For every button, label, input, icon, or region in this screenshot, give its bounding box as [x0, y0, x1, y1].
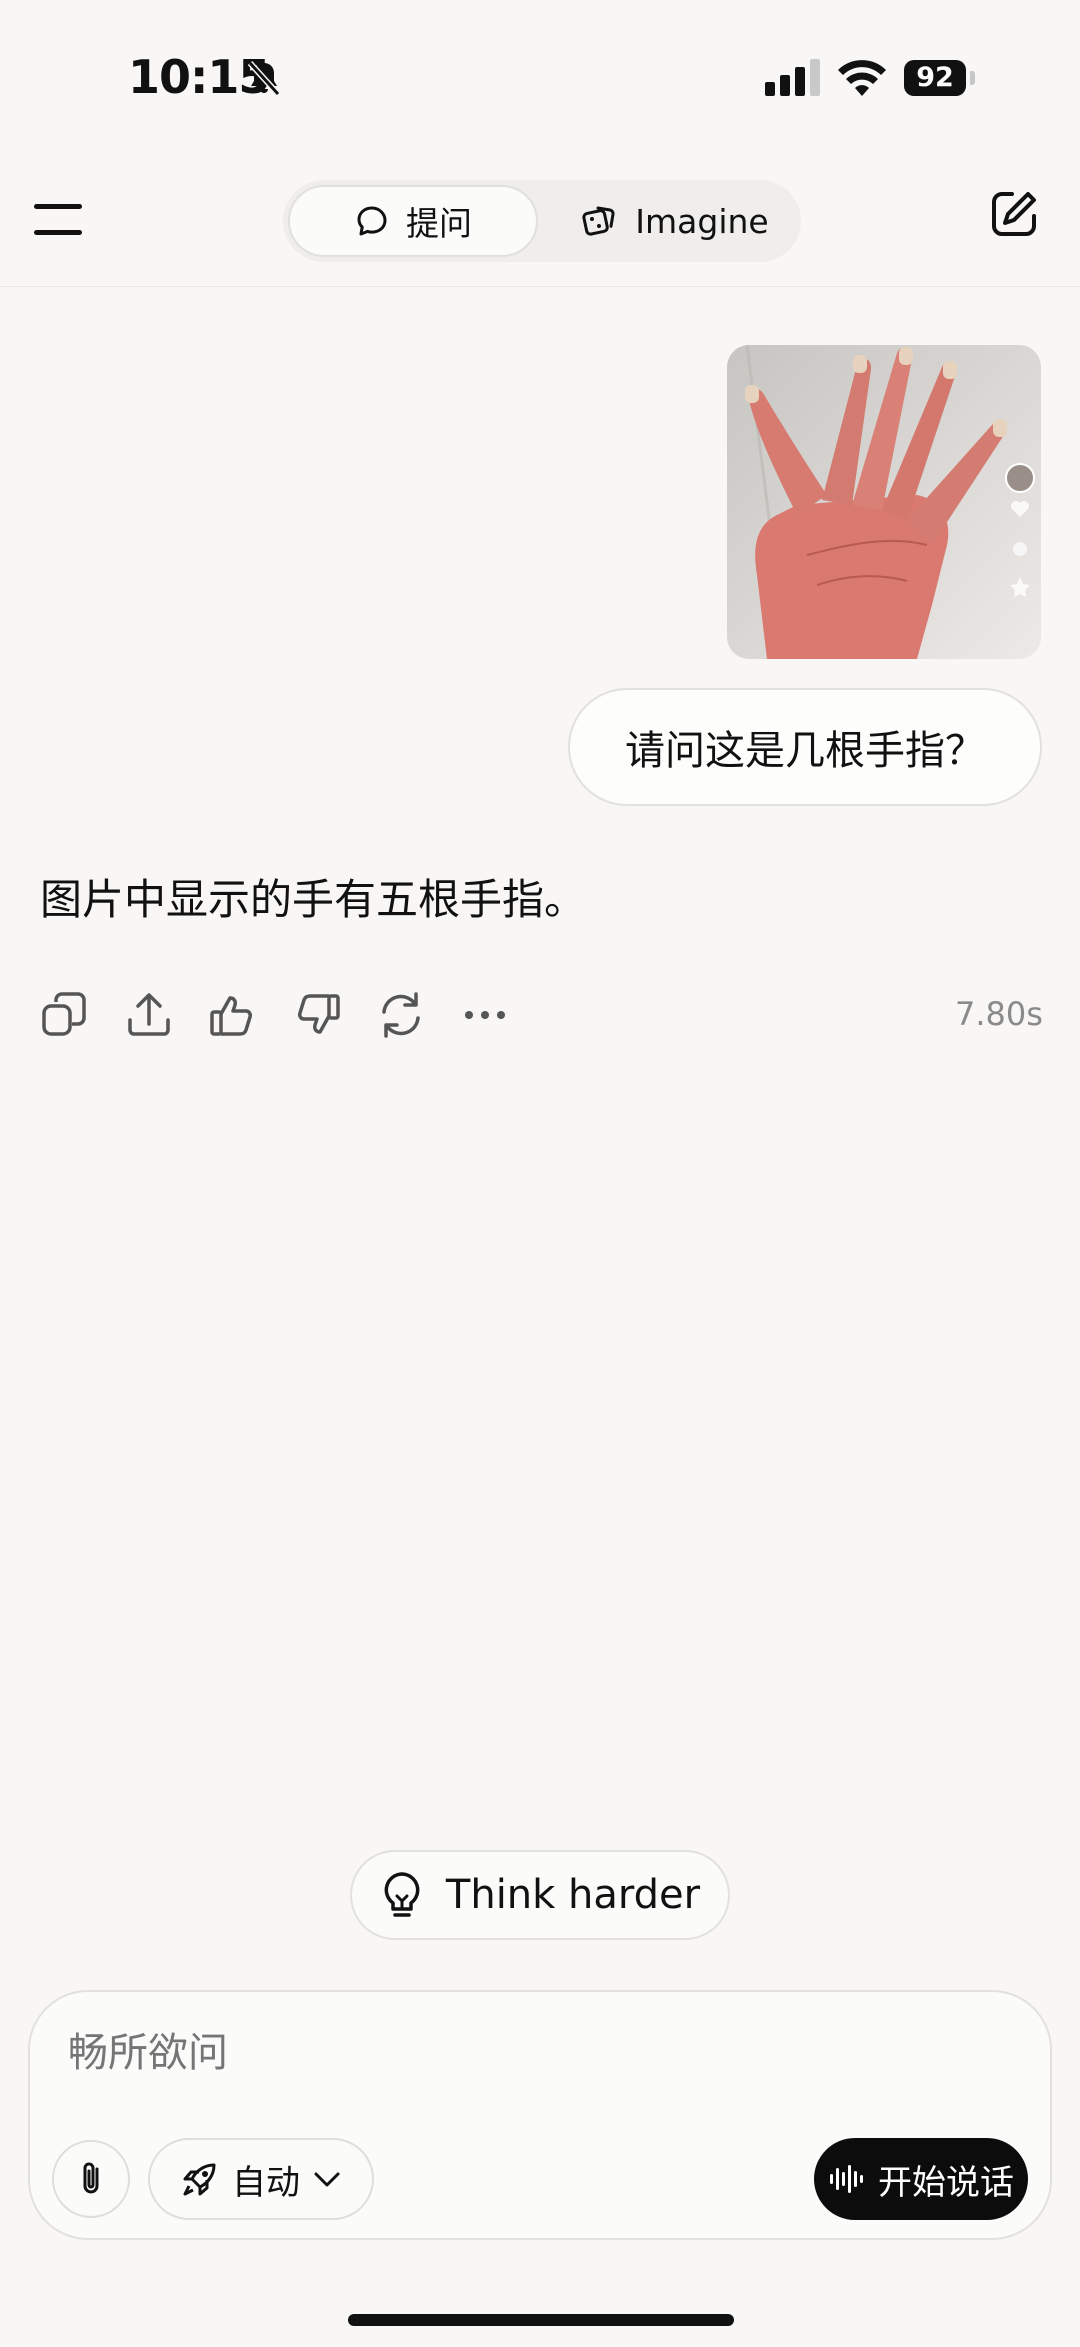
tab-imagine[interactable]: Imagine: [560, 185, 790, 257]
thumbs-up-icon[interactable]: [208, 990, 258, 1040]
tab-imagine-label: Imagine: [635, 201, 769, 241]
tab-ask-label: 提问: [406, 204, 472, 243]
chevron-down-icon: [314, 2172, 340, 2187]
start-voice-button[interactable]: 开始说话: [814, 2138, 1028, 2220]
model-label: 自动: [232, 2162, 300, 2203]
message-input[interactable]: [66, 2030, 670, 2077]
response-time: 7.80s: [955, 995, 1043, 1033]
think-harder-label: Think harder: [445, 1872, 701, 1918]
battery-tip: [970, 71, 975, 85]
dice-icon: [582, 206, 615, 236]
menu-icon[interactable]: [34, 204, 84, 236]
lightbulb-icon: [384, 1872, 420, 1917]
header-divider: [0, 286, 1080, 287]
user-attached-image[interactable]: [727, 345, 1041, 659]
more-icon[interactable]: [460, 990, 510, 1040]
thumbs-down-icon[interactable]: [292, 990, 342, 1040]
share-icon[interactable]: [124, 990, 174, 1040]
hand-photo: [727, 345, 1041, 659]
copy-icon[interactable]: [40, 990, 90, 1040]
user-message-text: 请问这是几根手指？: [625, 728, 985, 774]
user-message-bubble: 请问这是几根手指？: [568, 688, 1042, 806]
think-harder-button[interactable]: Think harder: [350, 1850, 730, 1940]
attach-button[interactable]: [52, 2140, 130, 2218]
wifi-icon: [838, 60, 886, 96]
paperclip-icon: [83, 2162, 99, 2194]
assistant-message-text: 图片中显示的手有五根手指。: [40, 875, 587, 924]
new-chat-edit-icon[interactable]: [988, 188, 1040, 240]
battery-level: 92: [904, 60, 966, 96]
voice-waveform-icon: [830, 2165, 863, 2193]
start-voice-label: 开始说话: [878, 2162, 1014, 2203]
regenerate-icon[interactable]: [376, 990, 426, 1040]
tab-ask[interactable]: 提问: [288, 185, 538, 257]
model-selector[interactable]: 自动: [148, 2138, 374, 2220]
rocket-icon: [183, 2163, 216, 2196]
home-indicator[interactable]: [348, 2314, 734, 2326]
chat-bubble-icon: [357, 206, 387, 236]
mute-bell-icon: [247, 60, 281, 97]
cellular-signal-icon: [765, 59, 820, 96]
